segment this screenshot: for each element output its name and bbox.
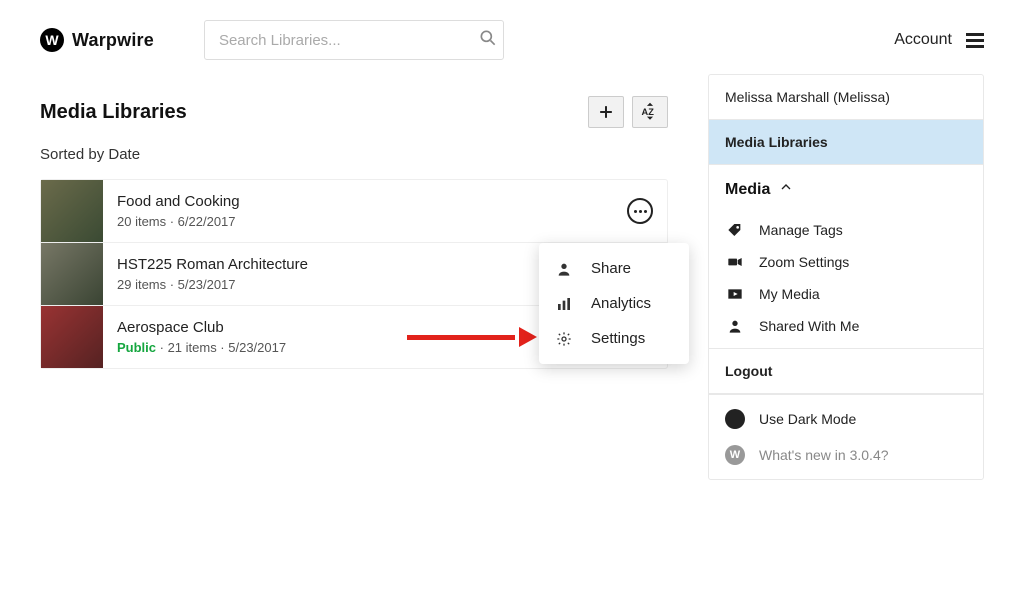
context-menu-analytics[interactable]: Analytics [539, 286, 689, 321]
whats-new-link[interactable]: W What's new in 3.0.4? [709, 437, 983, 479]
nav-shared-with-me[interactable]: Shared With Me [709, 310, 983, 348]
nav-label: Manage Tags [759, 222, 843, 238]
context-menu-settings[interactable]: Settings [539, 321, 689, 356]
nav-label: Use Dark Mode [759, 411, 856, 427]
add-button[interactable] [588, 96, 624, 128]
brand[interactable]: W Warpwire [40, 28, 154, 52]
dark-mode-icon [725, 409, 745, 429]
analytics-icon [555, 296, 573, 312]
tag-icon [725, 222, 745, 238]
brand-logo-icon: W [40, 28, 64, 52]
thumbnail [41, 243, 103, 305]
top-bar: W Warpwire Account [0, 0, 1024, 70]
play-icon [725, 286, 745, 302]
chevron-up-icon [778, 179, 794, 200]
menu-label: Settings [591, 330, 645, 347]
sort-az-button[interactable]: AZ [632, 96, 668, 128]
list-item[interactable]: Food and Cooking 20 items · 6/22/2017 [41, 180, 667, 243]
person-icon [555, 261, 573, 277]
more-options-button[interactable] [627, 198, 653, 224]
media-section-toggle[interactable]: Media [709, 165, 983, 214]
user-name: Melissa Marshall (Melissa) [709, 75, 983, 120]
menu-label: Analytics [591, 295, 651, 312]
info-icon: W [725, 445, 745, 465]
nav-label: What's new in 3.0.4? [759, 447, 889, 463]
context-menu-share[interactable]: Share [539, 251, 689, 286]
list-item[interactable]: HST225 Roman Architecture 29 items · 5/2… [41, 243, 667, 306]
nav-label: Zoom Settings [759, 254, 849, 270]
person-icon [725, 318, 745, 334]
library-title: Food and Cooking [117, 193, 613, 210]
sort-label: Sorted by Date [40, 146, 668, 163]
dark-mode-toggle[interactable]: Use Dark Mode [709, 394, 983, 437]
nav-label: My Media [759, 286, 820, 302]
account-panel: Melissa Marshall (Melissa) Media Librari… [708, 74, 984, 480]
ellipsis-icon [634, 210, 647, 213]
logout-button[interactable]: Logout [709, 348, 983, 394]
search-icon[interactable] [478, 28, 498, 53]
nav-media-libraries[interactable]: Media Libraries [709, 120, 983, 165]
menu-label: Share [591, 260, 631, 277]
nav-zoom-settings[interactable]: Zoom Settings [709, 246, 983, 278]
svg-text:AZ: AZ [642, 107, 655, 117]
search-input[interactable] [204, 20, 504, 60]
account-link[interactable]: Account [894, 31, 952, 49]
annotation-arrow [407, 327, 537, 347]
search-wrap [204, 20, 504, 60]
context-menu: Share Analytics Settings [539, 243, 689, 364]
nav-my-media[interactable]: My Media [709, 278, 983, 310]
gear-icon [555, 331, 573, 347]
brand-name: Warpwire [72, 30, 154, 51]
nav-label: Shared With Me [759, 318, 859, 334]
page-title: Media Libraries [40, 101, 187, 124]
thumbnail [41, 306, 103, 368]
library-meta: 20 items · 6/22/2017 [117, 214, 613, 229]
nav-manage-tags[interactable]: Manage Tags [709, 214, 983, 246]
thumbnail [41, 180, 103, 242]
library-list: Food and Cooking 20 items · 6/22/2017 HS… [40, 179, 668, 369]
menu-icon[interactable] [966, 33, 984, 48]
video-camera-icon [725, 254, 745, 270]
title-row: Media Libraries AZ [40, 96, 668, 128]
account-area: Account [894, 31, 984, 49]
